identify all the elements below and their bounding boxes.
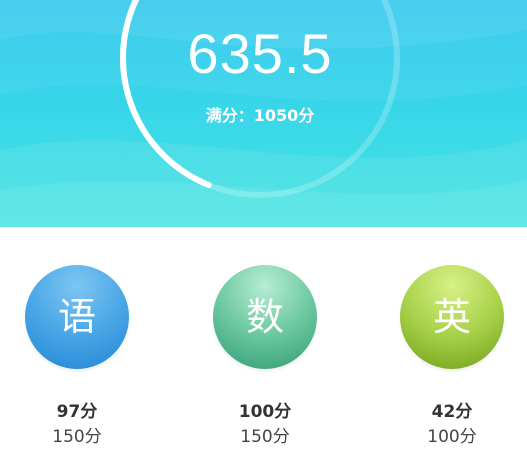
subject-card-chinese[interactable]: 语 97分 150分 — [25, 265, 129, 447]
subject-badge-math[interactable]: 数 — [213, 265, 317, 369]
subject-badge-chinese[interactable]: 语 — [25, 265, 129, 369]
subject-full-math: 150分 — [240, 427, 290, 447]
subject-full-chinese: 150分 — [52, 427, 102, 447]
subject-score-english: 42分 — [431, 402, 473, 422]
subject-badge-english[interactable]: 英 — [400, 265, 504, 369]
subject-score-math: 100分 — [238, 402, 292, 422]
subject-full-english: 100分 — [427, 427, 477, 447]
total-score: 635.5 — [187, 22, 333, 85]
score-header: 635.5 满分：1050分 — [0, 0, 527, 227]
full-score-label: 满分：1050分 — [205, 106, 315, 125]
subject-score-chinese: 97分 — [56, 402, 98, 422]
subject-card-math[interactable]: 数 100分 150分 — [213, 265, 317, 447]
subject-card-english[interactable]: 英 42分 100分 — [400, 265, 504, 447]
